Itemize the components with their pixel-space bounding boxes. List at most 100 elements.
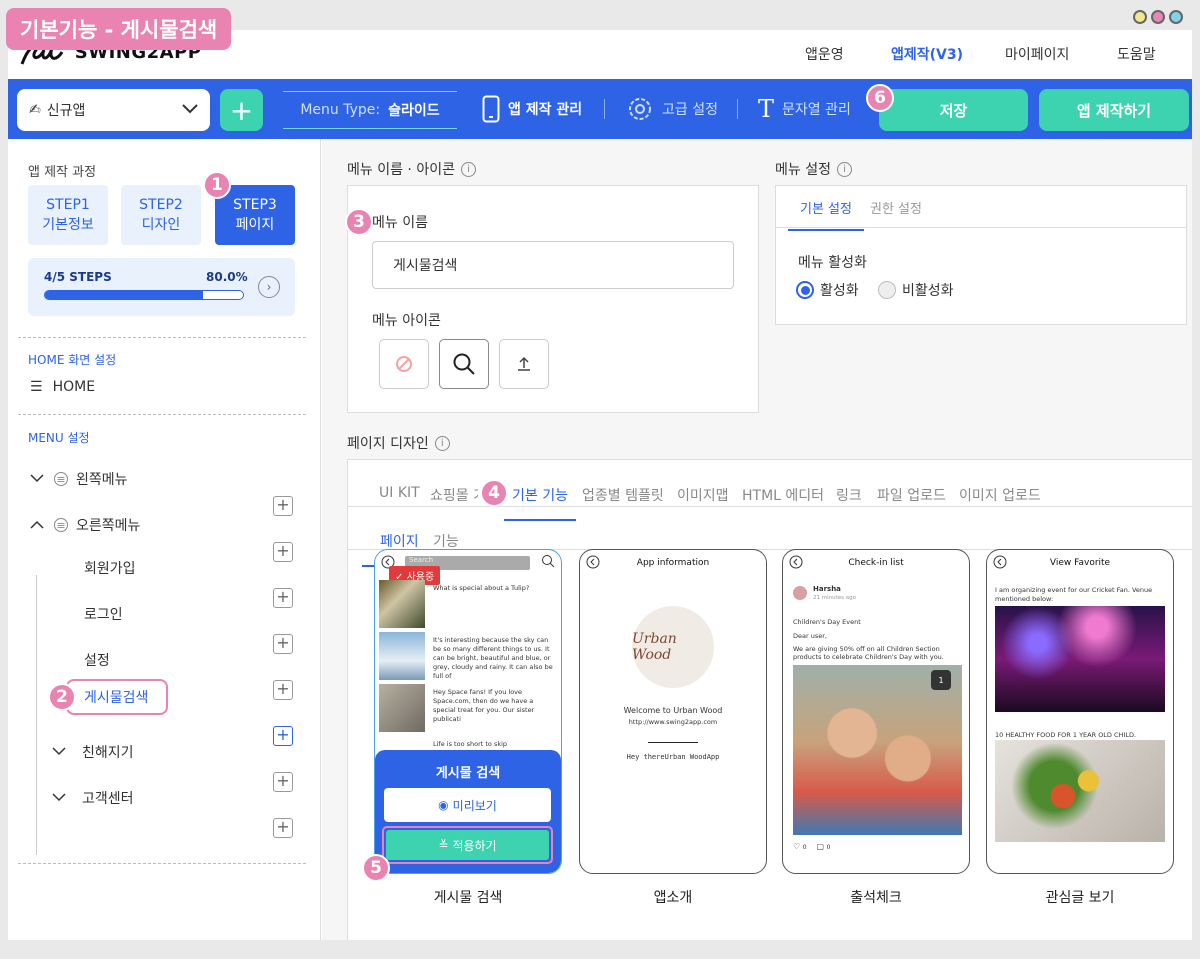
post-stats: ♡ 0 ▢ 0 xyxy=(793,842,830,851)
add-app-button[interactable]: + xyxy=(220,89,263,131)
template-post-search[interactable]: Search ✓ 사용중 What is special about a Tul… xyxy=(374,549,562,874)
menu-type-label: Menu Type: xyxy=(300,102,381,118)
app-select[interactable]: ✍ 신규앱 xyxy=(17,89,210,131)
nav-app-build[interactable]: 앱제작(V3) xyxy=(891,44,963,64)
favorite-text: I am organizing event for our Cricket Fa… xyxy=(995,586,1153,603)
no-icon-option[interactable] xyxy=(379,339,429,389)
menu-name-input[interactable]: 게시물검색 xyxy=(372,241,734,289)
apply-button[interactable]: ≚ 적용하기 xyxy=(386,830,549,860)
tab-industry-templates[interactable]: 업종별 템플릿 xyxy=(582,485,664,505)
tab-image-map[interactable]: 이미지맵 xyxy=(677,485,729,505)
template-check-in[interactable]: Check-in list Harsha 21 minutes ago Chil… xyxy=(782,549,970,874)
menu-item-post-search[interactable]: 게시물검색 xyxy=(66,679,168,715)
comment-icon[interactable]: ▢ 0 xyxy=(817,842,831,851)
menu-group-friends[interactable]: 친해지기 xyxy=(52,742,134,762)
heart-icon[interactable]: ♡ 0 xyxy=(793,842,807,851)
list-icon: ≡ xyxy=(54,472,68,486)
tab-html-editor[interactable]: HTML 에디터 xyxy=(742,485,824,505)
template-caption: 관심글 보기 xyxy=(1045,890,1115,906)
mobile-icon xyxy=(482,95,500,123)
template-caption: 앱소개 xyxy=(653,890,693,906)
chevron-down-icon xyxy=(30,471,44,487)
post-thumbnail xyxy=(379,580,425,628)
app-manage-button[interactable]: 앱 제작 관리 xyxy=(482,95,582,123)
menu-group-left[interactable]: ≡ 왼쪽메뉴 xyxy=(30,469,128,489)
tab-image-upload[interactable]: 이미지 업로드 xyxy=(959,485,1041,505)
tab-file-upload[interactable]: 파일 업로드 xyxy=(877,485,946,505)
tab-link[interactable]: 링크 xyxy=(836,485,862,505)
add-submenu-button[interactable]: + xyxy=(273,634,293,654)
page-design-title: 페이지 디자인 i xyxy=(347,433,450,453)
tab-permission-settings[interactable]: 권한 설정 xyxy=(870,198,922,217)
string-manage-label: 문자열 관리 xyxy=(782,102,851,118)
search-icon-option[interactable] xyxy=(439,339,489,389)
advanced-settings-button[interactable]: 고급 설정 xyxy=(626,95,718,123)
dear-text: Dear user, xyxy=(793,632,827,640)
tab-ui-kit[interactable]: UI KIT xyxy=(379,485,420,501)
upload-icon xyxy=(518,356,530,371)
build-app-button[interactable]: 앱 제작하기 xyxy=(1039,89,1189,131)
save-button[interactable]: 저장 xyxy=(879,89,1028,131)
nav-mypage[interactable]: 마이페이지 xyxy=(1005,44,1069,64)
radio-inactive[interactable]: 비활성화 xyxy=(878,280,954,300)
tab-shopping[interactable]: 쇼핑몰 기 xyxy=(430,485,478,505)
step-badge-1: 1 xyxy=(203,171,231,199)
add-menu-right-button[interactable]: + xyxy=(273,542,293,562)
nav-help[interactable]: 도움말 xyxy=(1117,44,1156,64)
toolbar: ✍ 신규앱 + Menu Type: 슬라이드 앱 제작 관리 고급 설정 T … xyxy=(8,79,1192,139)
menu-group-support[interactable]: 고객센터 xyxy=(52,788,134,808)
tab-basic-settings[interactable]: 기본 설정 xyxy=(788,198,864,231)
menu-name-label: 메뉴 이름 xyxy=(372,215,428,231)
radio-active[interactable]: 활성화 xyxy=(796,280,859,300)
children-photo xyxy=(793,665,962,835)
nav-app-operation[interactable]: 앱운영 xyxy=(805,44,844,64)
add-menu-left-button[interactable]: + xyxy=(273,496,293,516)
preview-button[interactable]: ◉ 미리보기 xyxy=(384,788,551,822)
string-manage-button[interactable]: T 문자열 관리 xyxy=(758,95,851,123)
advanced-settings-label: 고급 설정 xyxy=(662,102,718,118)
subtab-function[interactable]: 기능 xyxy=(433,531,459,551)
gear-icon xyxy=(629,98,651,120)
menu-name-icon-title: 메뉴 이름 · 아이콘 i xyxy=(347,159,476,179)
window-dot-cyan[interactable] xyxy=(1169,10,1183,24)
upload-icon-option[interactable] xyxy=(499,339,549,389)
add-submenu-button[interactable]: + xyxy=(273,772,293,792)
window-dot-yellow[interactable] xyxy=(1133,10,1147,24)
window-dot-pink[interactable] xyxy=(1151,10,1165,24)
step-2-button[interactable]: STEP2 디자인 xyxy=(121,185,201,245)
apply-icon: ≚ xyxy=(438,838,449,852)
template-app-info[interactable]: App information Urban Wood Welcome to Ur… xyxy=(579,549,767,874)
menu-section-title: MENU 설정 xyxy=(28,431,90,445)
add-submenu-button[interactable]: + xyxy=(273,818,293,838)
menu-item-settings[interactable]: 설정 xyxy=(84,650,110,670)
tab-basic-function[interactable]: 기본 기능 xyxy=(504,485,576,521)
step-1-button[interactable]: STEP1 기본정보 xyxy=(28,185,108,245)
template-favorites[interactable]: View Favorite I am organizing event for … xyxy=(986,549,1174,874)
radio-unchecked-icon xyxy=(878,281,896,299)
add-submenu-button[interactable]: + xyxy=(273,588,293,608)
info-icon[interactable]: i xyxy=(460,161,476,177)
app-select-value: 신규앱 xyxy=(46,103,86,119)
list-icon: ≡ xyxy=(54,518,68,532)
menu-item-signup[interactable]: 회원가입 xyxy=(84,558,136,578)
url-text: http://www.swing2app.com xyxy=(628,718,718,726)
process-title: 앱 제작 과정 xyxy=(28,165,97,180)
add-submenu-button[interactable]: + xyxy=(273,726,293,746)
chevron-right-icon[interactable]: › xyxy=(258,276,280,298)
menu-item-login[interactable]: 로그인 xyxy=(84,604,123,624)
home-item[interactable]: ☰ HOME xyxy=(30,379,95,395)
menu-group-right[interactable]: ≡ 오른쪽메뉴 xyxy=(30,515,140,535)
info-icon[interactable]: i xyxy=(836,161,852,177)
template-header: App information xyxy=(636,558,710,568)
step-badge-4: 4 xyxy=(480,479,508,507)
progress-bar xyxy=(44,290,244,300)
info-icon[interactable]: i xyxy=(434,435,450,451)
app-frame: SWING2APP 앱운영 앱제작(V3) 마이페이지 도움말 ✍ 신규앱 + … xyxy=(8,30,1192,940)
user-name: Harsha xyxy=(813,585,841,593)
post-text: Life is too short to skip xyxy=(433,740,508,748)
text-icon: T xyxy=(758,95,775,123)
progress-fill xyxy=(45,291,204,299)
add-submenu-button[interactable]: + xyxy=(273,680,293,700)
apply-button-highlight: ≚ 적용하기 xyxy=(382,826,553,864)
menu-type-select[interactable]: Menu Type: 슬라이드 xyxy=(283,91,457,129)
